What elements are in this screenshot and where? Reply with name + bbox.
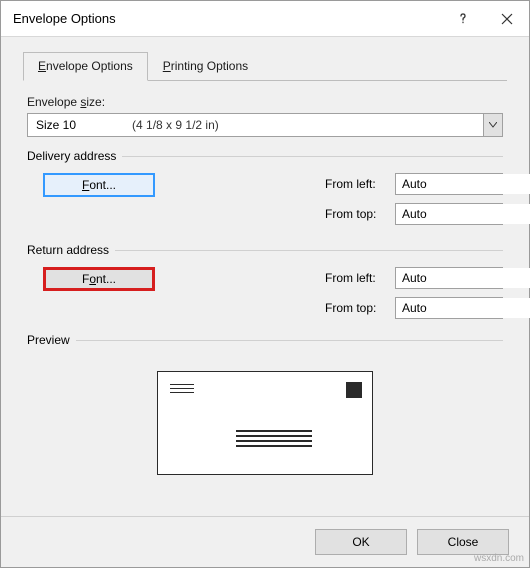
return-font-button[interactable]: Font... <box>43 267 155 291</box>
divider-line <box>115 250 503 251</box>
titlebar: Envelope Options <box>1 1 529 37</box>
preview-header: Preview <box>27 333 503 347</box>
delivery-from-top-label: From top: <box>325 207 389 221</box>
return-from-left-label: From left: <box>325 271 389 285</box>
delivery-from-top-spinner[interactable] <box>395 203 503 225</box>
envelope-preview-icon <box>157 371 373 475</box>
divider-line <box>76 340 503 341</box>
envelope-size-label: Envelope size: <box>27 95 503 109</box>
envelope-size-select[interactable]: Size 10 (4 1/8 x 9 1/2 in) <box>27 113 503 137</box>
return-address-header: Return address <box>27 243 503 257</box>
preview-area <box>27 361 503 481</box>
envelope-size-dim: (4 1/8 x 9 1/2 in) <box>132 118 219 132</box>
return-from-left-spinner[interactable] <box>395 267 503 289</box>
close-button[interactable]: Close <box>417 529 509 555</box>
delivery-from-left-input[interactable] <box>396 174 530 194</box>
tab-content: Envelope size: Size 10 (4 1/8 x 9 1/2 in… <box>23 81 507 489</box>
return-from-top-input[interactable] <box>396 298 530 318</box>
watermark: wsxdn.com <box>474 553 524 564</box>
delivery-from-left-label: From left: <box>325 177 389 191</box>
envelope-options-dialog: Envelope Options Envelope Options Printi… <box>0 0 530 568</box>
ok-button[interactable]: OK <box>315 529 407 555</box>
envelope-size-value: Size 10 <box>36 118 76 132</box>
return-from-top-label: From top: <box>325 301 389 315</box>
help-button[interactable] <box>441 1 485 37</box>
tab-bar: Envelope Options Printing Options <box>23 51 507 81</box>
divider-line <box>122 156 503 157</box>
return-from-top-spinner[interactable] <box>395 297 503 319</box>
envelope-size-value-box: Size 10 (4 1/8 x 9 1/2 in) <box>27 113 483 137</box>
delivery-address-lines <box>236 430 312 450</box>
stamp-icon <box>346 382 362 398</box>
delivery-font-button[interactable]: Font... <box>43 173 155 197</box>
dialog-body: Envelope Options Printing Options Envelo… <box>1 37 529 516</box>
delivery-from-top-input[interactable] <box>396 204 530 224</box>
envelope-size-dropdown-button[interactable] <box>483 113 503 137</box>
return-from-left-input[interactable] <box>396 268 530 288</box>
tab-printing-options[interactable]: Printing Options <box>148 52 263 81</box>
close-window-button[interactable] <box>485 1 529 37</box>
window-title: Envelope Options <box>13 11 441 26</box>
dialog-footer: OK Close <box>1 516 529 567</box>
return-address-lines <box>170 384 194 396</box>
delivery-address-header: Delivery address <box>27 149 503 163</box>
tab-envelope-options[interactable]: Envelope Options <box>23 52 148 81</box>
delivery-from-left-spinner[interactable] <box>395 173 503 195</box>
